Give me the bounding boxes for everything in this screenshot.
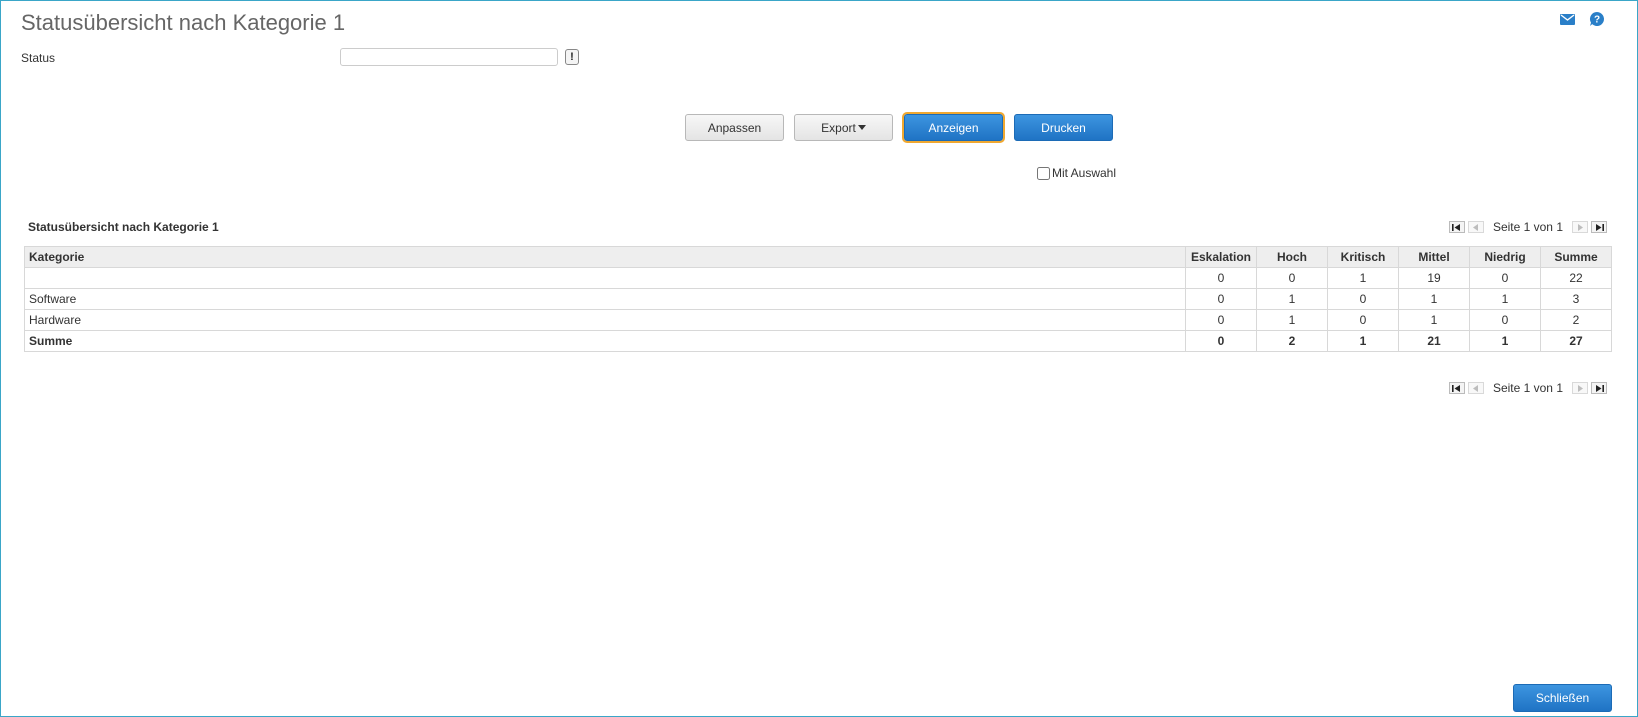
close-button[interactable]: Schließen xyxy=(1513,684,1612,712)
caret-down-icon xyxy=(857,125,866,130)
window-frame: Statusübersicht nach Kategorie 1 ? Statu… xyxy=(0,0,1638,717)
value-cell: 1 xyxy=(1256,309,1328,331)
prev-page-button[interactable] xyxy=(1467,382,1484,394)
last-page-button[interactable] xyxy=(1591,382,1607,394)
show-button[interactable]: Anzeigen xyxy=(902,112,1005,143)
customize-button[interactable]: Anpassen xyxy=(685,114,784,141)
total-cell: 2 xyxy=(1256,330,1328,352)
report-table: Kategorie Eskalation Hoch Kritisch Mitte… xyxy=(24,246,1612,352)
pager-top: Seite 1 von 1 xyxy=(1448,220,1607,234)
first-page-icon xyxy=(1452,384,1461,392)
value-cell: 2 xyxy=(1540,309,1612,331)
export-button-label: Export xyxy=(821,120,856,135)
mail-icon[interactable] xyxy=(1559,11,1575,27)
svg-text:?: ? xyxy=(1594,15,1600,26)
customize-button-label: Anpassen xyxy=(707,120,762,135)
category-cell: Hardware xyxy=(24,309,1186,331)
export-button[interactable]: Export xyxy=(794,114,893,141)
category-cell xyxy=(24,267,1186,289)
value-cell: 0 xyxy=(1327,309,1399,331)
status-label: Status xyxy=(21,51,56,65)
value-cell: 0 xyxy=(1185,267,1257,289)
value-cell: 0 xyxy=(1469,309,1541,331)
last-page-icon xyxy=(1595,223,1604,231)
total-cell: 21 xyxy=(1398,330,1470,352)
value-cell: 0 xyxy=(1469,267,1541,289)
help-icon[interactable]: ? xyxy=(1589,11,1605,27)
with-selection-option[interactable]: Mit Auswahl xyxy=(1037,166,1116,180)
table-total-row: Summe 0 2 1 21 1 27 xyxy=(24,330,1612,352)
column-header: Niedrig xyxy=(1469,246,1541,268)
column-header: Kritisch xyxy=(1327,246,1399,268)
value-cell: 0 xyxy=(1185,288,1257,310)
print-button-label: Drucken xyxy=(1041,120,1086,135)
value-cell: 1 xyxy=(1398,288,1470,310)
next-page-icon xyxy=(1578,384,1583,392)
close-button-label: Schließen xyxy=(1535,691,1590,705)
column-header: Eskalation xyxy=(1185,246,1257,268)
value-cell: 1 xyxy=(1469,288,1541,310)
print-button[interactable]: Drucken xyxy=(1014,114,1113,141)
value-cell: 19 xyxy=(1398,267,1470,289)
total-cell: 1 xyxy=(1327,330,1399,352)
page-title: Statusübersicht nach Kategorie 1 xyxy=(21,10,346,35)
first-page-icon xyxy=(1452,223,1461,231)
top-icons: ? xyxy=(1559,11,1605,27)
value-cell: 0 xyxy=(1327,288,1399,310)
show-button-label: Anzeigen xyxy=(928,120,979,135)
with-selection-label: Mit Auswahl xyxy=(1052,166,1117,180)
first-page-button[interactable] xyxy=(1448,221,1465,233)
column-header: Kategorie xyxy=(24,246,1186,268)
column-header: Hoch xyxy=(1256,246,1328,268)
total-cell: 27 xyxy=(1540,330,1612,352)
prev-page-icon xyxy=(1472,223,1478,231)
category-cell: Software xyxy=(24,288,1186,310)
prev-page-icon xyxy=(1472,384,1478,392)
report-title: Statusübersicht nach Kategorie 1 xyxy=(28,220,219,234)
status-input[interactable] xyxy=(340,48,558,66)
pager-text: Seite 1 von 1 xyxy=(1492,220,1563,234)
next-page-button[interactable] xyxy=(1572,221,1588,233)
column-header: Mittel xyxy=(1398,246,1470,268)
value-cell: 22 xyxy=(1540,267,1612,289)
last-page-icon xyxy=(1595,384,1604,392)
total-cell: 1 xyxy=(1469,330,1541,352)
last-page-button[interactable] xyxy=(1591,221,1607,233)
value-cell: 1 xyxy=(1398,309,1470,331)
table-row: 0 0 1 19 0 22 xyxy=(24,267,1612,289)
value-cell: 3 xyxy=(1540,288,1612,310)
first-page-button[interactable] xyxy=(1448,382,1465,394)
prev-page-button[interactable] xyxy=(1467,221,1484,233)
category-cell: Summe xyxy=(24,330,1186,352)
value-cell: 0 xyxy=(1256,267,1328,289)
pager-text: Seite 1 von 1 xyxy=(1492,381,1563,395)
table-row: Software 0 1 0 1 1 3 xyxy=(24,288,1612,310)
total-cell: 0 xyxy=(1185,330,1257,352)
with-selection-checkbox[interactable] xyxy=(1037,166,1050,180)
status-lookup-button[interactable]: ! xyxy=(565,49,579,65)
next-page-icon xyxy=(1578,223,1583,231)
next-page-button[interactable] xyxy=(1572,382,1588,394)
table-row: Hardware 0 1 0 1 0 2 xyxy=(24,309,1612,331)
column-header: Summe xyxy=(1540,246,1612,268)
pager-bottom: Seite 1 von 1 xyxy=(1448,381,1607,395)
value-cell: 0 xyxy=(1185,309,1257,331)
table-header-row: Kategorie Eskalation Hoch Kritisch Mitte… xyxy=(24,246,1612,268)
value-cell: 1 xyxy=(1327,267,1399,289)
value-cell: 1 xyxy=(1256,288,1328,310)
